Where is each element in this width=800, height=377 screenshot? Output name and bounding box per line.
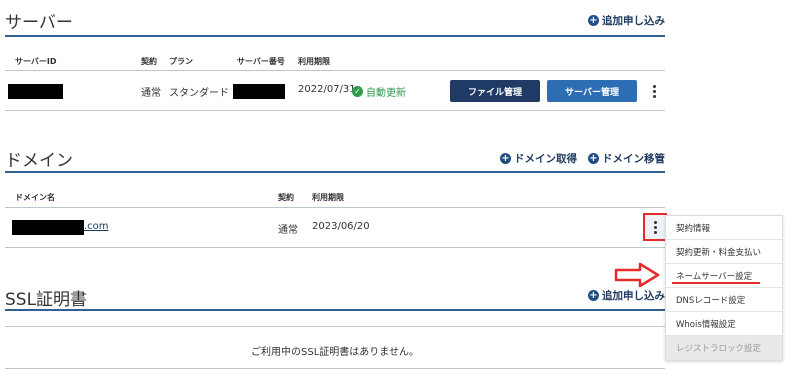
domain-context-menu: 契約情報 契約更新・料金支払い ネームサーバー設定 DNSレコード設定 Whoi…	[665, 215, 783, 361]
redacted-server-id	[8, 84, 63, 99]
redacted-server-number	[233, 84, 285, 99]
header-server-id: サーバーID	[15, 57, 57, 66]
header-domain-name: ドメイン名	[15, 193, 55, 202]
ssl-header-divider	[5, 326, 665, 327]
header-server-number: サーバー番号	[237, 57, 285, 66]
menu-item-contract-info[interactable]: 契約情報	[666, 216, 782, 240]
domain-section-underline	[5, 171, 665, 173]
header-domain-expiry: 利用期限	[312, 193, 344, 202]
domain-transfer-label: ドメイン移管	[602, 153, 665, 165]
ssl-section: SSL証明書 + 追加申し込み ご利用中のSSL証明書はありません。	[5, 280, 665, 377]
server-plan: スタンダード	[169, 88, 229, 99]
server-section-underline	[5, 35, 665, 37]
domain-section-title: ドメイン	[5, 151, 73, 171]
ssl-empty-message: ご利用中のSSL証明書はありません。	[251, 347, 419, 358]
auto-renew-label: 自動更新	[366, 88, 406, 99]
auto-renew-status: ✓ 自動更新	[352, 84, 406, 99]
domain-row-divider	[5, 247, 665, 248]
redacted-domain-name	[12, 220, 84, 235]
server-section: サーバー + 追加申し込み サーバーID 契約 プラン サーバー番号 利用期限 …	[5, 0, 665, 112]
menu-item-dns-record-settings[interactable]: DNSレコード設定	[666, 288, 782, 312]
file-manager-button[interactable]: ファイル管理	[450, 80, 540, 102]
ssl-section-title: SSL証明書	[5, 290, 88, 310]
server-more-menu-button[interactable]	[643, 78, 665, 104]
ssl-add-link[interactable]: + 追加申し込み	[588, 288, 665, 303]
domain-name-link[interactable]: .com	[84, 221, 109, 232]
domain-acquire-link[interactable]: + ドメイン取得	[500, 151, 577, 166]
domain-transfer-link[interactable]: + ドメイン移管	[588, 151, 665, 166]
server-row-divider	[5, 110, 665, 111]
menu-item-nameserver-settings[interactable]: ネームサーバー設定	[666, 264, 782, 288]
check-circle-icon: ✓	[352, 86, 363, 97]
red-arrow-annotation	[614, 262, 660, 288]
server-contract: 通常	[141, 88, 161, 99]
domain-header-divider	[5, 207, 665, 208]
ssl-add-label: 追加申し込み	[602, 290, 665, 302]
menu-item-whois-settings[interactable]: Whois情報設定	[666, 312, 782, 336]
domain-expiry: 2023/06/20	[312, 221, 370, 232]
domain-acquire-label: ドメイン取得	[514, 153, 577, 165]
header-expiry: 利用期限	[298, 57, 330, 66]
domain-contract: 通常	[278, 225, 298, 236]
header-plan: プラン	[169, 57, 193, 66]
plus-circle-icon: +	[500, 153, 511, 164]
domain-section: ドメイン + ドメイン移管 + ドメイン取得 ドメイン名 契約 利用期限 .co…	[5, 143, 667, 250]
server-add-label: 追加申し込み	[602, 15, 665, 27]
domain-more-menu-button[interactable]	[643, 213, 667, 241]
ssl-section-underline	[5, 309, 665, 311]
plus-circle-icon: +	[588, 290, 599, 301]
server-manager-button[interactable]: サーバー管理	[547, 80, 637, 102]
server-section-title: サーバー	[5, 13, 73, 33]
menu-item-registrar-lock: レジストラロック設定	[666, 336, 782, 360]
plus-circle-icon: +	[588, 15, 599, 26]
ssl-row-divider	[5, 368, 665, 369]
server-add-link[interactable]: + 追加申し込み	[588, 13, 665, 28]
plus-circle-icon: +	[588, 153, 599, 164]
server-expiry: 2022/07/31	[298, 84, 356, 95]
header-domain-contract: 契約	[278, 193, 294, 202]
nameserver-underline-annotation	[672, 282, 760, 284]
header-contract: 契約	[141, 57, 157, 66]
server-header-divider	[5, 70, 665, 71]
menu-item-renew-payment[interactable]: 契約更新・料金支払い	[666, 240, 782, 264]
